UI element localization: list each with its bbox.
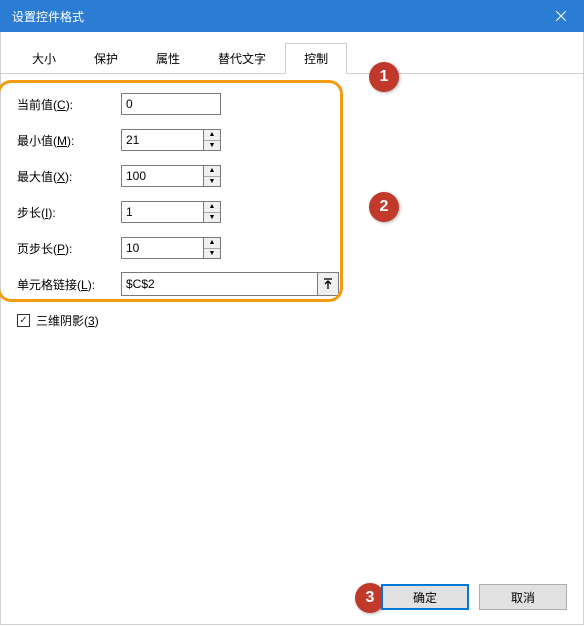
- row-celllink: 单元格链接(L):: [17, 272, 567, 296]
- spin-up-pagestep[interactable]: ▲: [204, 238, 220, 249]
- label-shadow3d: 三维阴影(3): [36, 312, 99, 329]
- spin-down-max[interactable]: ▼: [204, 177, 220, 187]
- spin-down-step[interactable]: ▼: [204, 213, 220, 223]
- label-min: 最小值(M):: [17, 132, 121, 149]
- spinner-step: ▲ ▼: [203, 201, 221, 223]
- close-button[interactable]: [538, 0, 584, 32]
- dialog-title: 设置控件格式: [12, 8, 84, 25]
- row-pagestep: 页步长(P): ▲ ▼: [17, 236, 567, 260]
- label-celllink: 单元格链接(L):: [17, 276, 121, 293]
- row-min: 最小值(M): ▲ ▼: [17, 128, 567, 152]
- input-max[interactable]: [121, 165, 203, 187]
- collapse-dialog-button[interactable]: [317, 272, 339, 296]
- tab-row: 大小 保护 属性 替代文字 控制: [1, 32, 583, 74]
- spinner-min: ▲ ▼: [203, 129, 221, 151]
- tab-content: 当前值(C): 最小值(M): ▲ ▼ 最大值(X): ▲ ▼: [1, 74, 583, 329]
- input-step[interactable]: [121, 201, 203, 223]
- titlebar: 设置控件格式: [0, 0, 584, 32]
- tab-protect[interactable]: 保护: [75, 43, 137, 74]
- tab-control[interactable]: 控制: [285, 43, 347, 74]
- label-step: 步长(I):: [17, 204, 121, 221]
- spin-down-pagestep[interactable]: ▼: [204, 249, 220, 259]
- label-pagestep: 页步长(P):: [17, 240, 121, 257]
- spin-up-min[interactable]: ▲: [204, 130, 220, 141]
- tab-alttext[interactable]: 替代文字: [199, 43, 285, 74]
- tab-size[interactable]: 大小: [13, 43, 75, 74]
- input-celllink[interactable]: [121, 272, 317, 296]
- dialog-body: 大小 保护 属性 替代文字 控制 当前值(C): 最小值(M): ▲ ▼ 最大值…: [0, 32, 584, 625]
- row-step: 步长(I): ▲ ▼: [17, 200, 567, 224]
- footer: 确定 取消: [381, 584, 567, 610]
- collapse-icon: [323, 278, 333, 290]
- cancel-button[interactable]: 取消: [479, 584, 567, 610]
- tab-property[interactable]: 属性: [137, 43, 199, 74]
- spin-down-min[interactable]: ▼: [204, 141, 220, 151]
- spin-up-max[interactable]: ▲: [204, 166, 220, 177]
- spinner-max: ▲ ▼: [203, 165, 221, 187]
- ok-button[interactable]: 确定: [381, 584, 469, 610]
- label-max: 最大值(X):: [17, 168, 121, 185]
- input-pagestep[interactable]: [121, 237, 203, 259]
- spinner-pagestep: ▲ ▼: [203, 237, 221, 259]
- row-max: 最大值(X): ▲ ▼: [17, 164, 567, 188]
- spin-up-step[interactable]: ▲: [204, 202, 220, 213]
- close-icon: [556, 11, 566, 21]
- row-current: 当前值(C):: [17, 92, 567, 116]
- row-shadow3d: ✓ 三维阴影(3): [17, 312, 567, 329]
- input-min[interactable]: [121, 129, 203, 151]
- checkbox-shadow3d[interactable]: ✓: [17, 314, 30, 327]
- input-current[interactable]: [121, 93, 221, 115]
- label-current: 当前值(C):: [17, 96, 121, 113]
